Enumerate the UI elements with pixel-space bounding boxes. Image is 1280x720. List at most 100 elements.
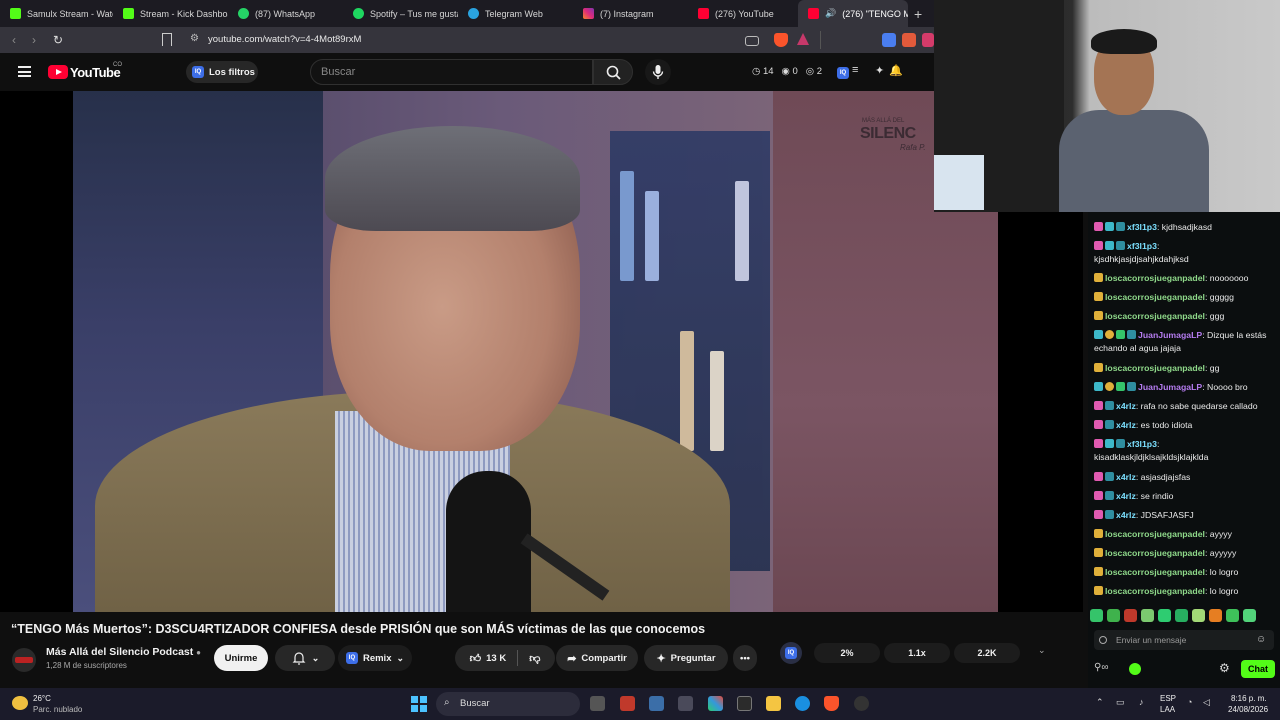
search-input[interactable]: Buscar [310, 59, 593, 85]
browser-tab[interactable]: Telegram Web [458, 0, 573, 27]
chat-username[interactable]: x4rlz [1116, 510, 1136, 520]
weather-temperature[interactable]: 26°C [33, 694, 51, 703]
clock-date[interactable]: 24/08/2026 [1228, 705, 1268, 714]
tray-chevron-icon[interactable]: ⌃ [1096, 697, 1104, 708]
volume-icon[interactable]: ◁ [1203, 697, 1210, 708]
chat-username[interactable]: loscacorrosjueganpadel [1105, 311, 1205, 321]
like-button[interactable]: 👍︎ 13 K 👎︎ [455, 645, 555, 671]
kick-points-icon[interactable] [1129, 663, 1141, 675]
chat-username[interactable]: xf3l1p3 [1127, 222, 1157, 232]
more-actions-button[interactable]: ••• [733, 645, 757, 671]
terminal-icon[interactable] [737, 696, 752, 711]
chat-settings-icon[interactable]: ⚙ [1219, 661, 1230, 675]
chevron-down-icon[interactable]: ⌄ [1038, 645, 1046, 656]
edge-icon[interactable] [795, 696, 810, 711]
chat-username[interactable]: xf3l1p3 [1127, 241, 1157, 251]
copilot-icon[interactable] [708, 696, 723, 711]
chat-username[interactable]: x4rlz [1116, 472, 1136, 482]
file-explorer-icon[interactable] [766, 696, 781, 711]
wifi-icon[interactable]: ◔ [1187, 697, 1192, 707]
emote-icon[interactable] [1243, 609, 1256, 622]
chat-username[interactable]: loscacorrosjueganpadel [1105, 529, 1205, 539]
brave-rewards-icon[interactable] [797, 33, 809, 45]
url-field[interactable]: youtube.com/watch?v=4-4Mot89rxM [208, 34, 361, 45]
join-button[interactable]: Unirme [214, 645, 268, 671]
taskbar-search[interactable]: Buscar [436, 692, 580, 716]
emote-icon[interactable] [1192, 609, 1205, 622]
emote-icon[interactable] [1175, 609, 1188, 622]
thumbs-down-icon[interactable]: 👎︎ [529, 652, 540, 665]
app-icon[interactable] [678, 696, 693, 711]
chat-username[interactable]: loscacorrosjueganpadel [1105, 273, 1205, 283]
iq-count[interactable]: 2.2K [954, 643, 1020, 663]
chat-username[interactable]: loscacorrosjueganpadel [1105, 548, 1205, 558]
iq-logo-icon[interactable]: IQ [780, 642, 802, 664]
menu-icon[interactable] [18, 66, 31, 77]
back-icon[interactable]: ‹ [4, 33, 24, 47]
emoji-icon[interactable]: ☺ [1256, 634, 1266, 645]
browser-tab[interactable]: Samulx Stream - Watch [0, 0, 113, 27]
chat-tools-icon[interactable]: ⚲∞ [1094, 662, 1108, 673]
keyboard-language[interactable]: ESP [1160, 694, 1176, 703]
brave-icon[interactable] [824, 696, 839, 711]
extension-icon[interactable] [902, 33, 916, 47]
search-button[interactable] [593, 59, 633, 85]
tray-mic-icon[interactable]: ♪ [1139, 697, 1144, 707]
emote-icon[interactable] [1107, 609, 1120, 622]
chat-username[interactable]: x4rlz [1116, 491, 1136, 501]
chat-username[interactable]: loscacorrosjueganpadel [1105, 586, 1205, 596]
notification-bell-icon[interactable]: 🔔 [889, 64, 903, 77]
windows-start-icon[interactable] [411, 696, 427, 712]
translate-extension-icon[interactable] [882, 33, 896, 47]
emote-icon[interactable] [1090, 609, 1103, 622]
reload-icon[interactable]: ↻ [48, 33, 68, 47]
chat-username[interactable]: xf3l1p3 [1127, 439, 1157, 449]
subscribe-notification-button[interactable]: ⌄ [275, 645, 335, 671]
browser-tab[interactable]: Stream - Kick Dashboa [113, 0, 228, 27]
keyboard-layout[interactable]: LAA [1160, 705, 1175, 714]
chat-username[interactable]: loscacorrosjueganpadel [1105, 292, 1205, 302]
chat-username[interactable]: JuanJumagaLP [1138, 330, 1202, 340]
browser-tab-active[interactable]: 🔊(276) "TENGO M✕ [798, 0, 908, 27]
browser-tab[interactable]: Spotify – Tus me gusta [343, 0, 458, 27]
new-tab-button[interactable]: + [908, 6, 928, 22]
chat-username[interactable]: x4rlz [1116, 401, 1136, 411]
list-icon[interactable]: ≡ [852, 64, 858, 76]
channel-name[interactable]: Más Allá del Silencio Podcast ● [46, 646, 201, 658]
weather-description[interactable]: Parc. nublado [33, 705, 82, 714]
remix-button[interactable]: IQ Remix ⌄ [338, 645, 412, 671]
chat-username[interactable]: JuanJumagaLP [1138, 382, 1202, 392]
browser-tab[interactable]: (276) YouTube [688, 0, 798, 27]
task-view-icon[interactable] [590, 696, 605, 711]
weather-icon[interactable] [12, 696, 28, 710]
browser-tab[interactable]: (7) Instagram [573, 0, 688, 27]
chat-username[interactable]: x4rlz [1116, 420, 1136, 430]
emote-icon[interactable] [1158, 609, 1171, 622]
site-info-icon[interactable]: ⚙ [190, 33, 199, 44]
iq-percent[interactable]: 2% [814, 643, 880, 663]
browser-tab[interactable]: (87) WhatsApp [228, 0, 343, 27]
iq-icon[interactable]: IQ [837, 67, 849, 79]
app-icon[interactable] [649, 696, 664, 711]
chat-message-input[interactable]: Enviar un mensaje [1094, 630, 1274, 650]
app-icon[interactable] [620, 696, 635, 711]
emote-icon[interactable] [1124, 609, 1137, 622]
chat-username[interactable]: loscacorrosjueganpadel [1105, 363, 1205, 373]
brave-shield-icon[interactable] [774, 33, 788, 47]
voice-search-button[interactable] [645, 59, 671, 85]
youtube-logo-icon[interactable] [48, 65, 68, 79]
sparkle-icon[interactable]: ✦ [875, 64, 884, 77]
emote-icon[interactable] [1209, 609, 1222, 622]
share-button[interactable]: ➦ Compartir [556, 645, 638, 671]
bookmark-icon[interactable] [162, 33, 172, 46]
emote-icon[interactable] [1226, 609, 1239, 622]
clock-time[interactable]: 8:16 p. m. [1231, 694, 1267, 703]
forward-icon[interactable]: › [24, 33, 44, 47]
extension-icon[interactable] [922, 33, 934, 47]
extension-counters[interactable]: ◷ 14 ◉ 0 ◎ 2 [752, 66, 822, 77]
emote-icon[interactable] [1141, 609, 1154, 622]
iq-speed[interactable]: 1.1x [884, 643, 950, 663]
cast-icon[interactable] [745, 36, 759, 46]
video-player[interactable]: MÁS ALLÁ DEL SILENC Rafa P. [0, 91, 1083, 612]
channel-avatar[interactable] [12, 648, 36, 672]
